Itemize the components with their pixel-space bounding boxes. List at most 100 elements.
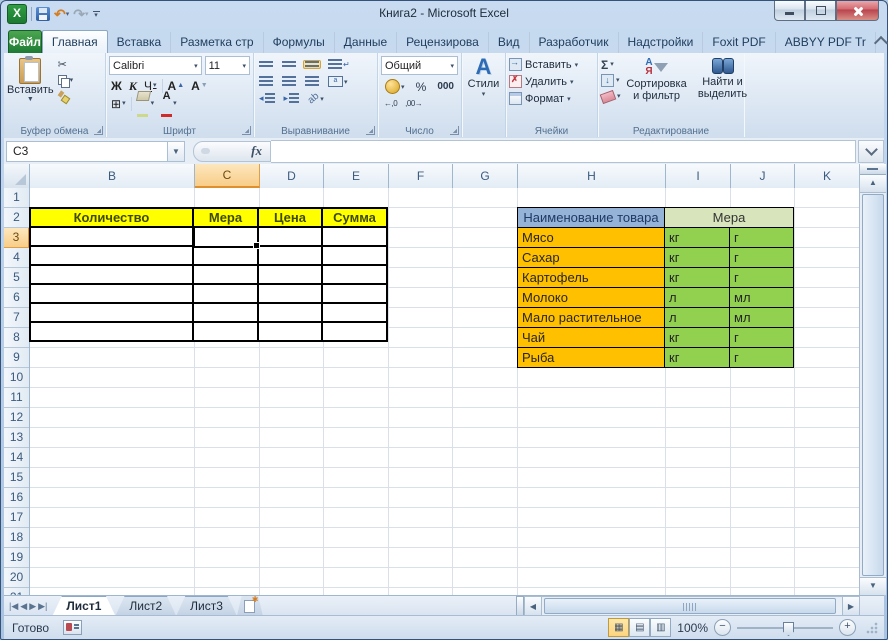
bold-button[interactable]: Ж xyxy=(109,78,124,94)
copy-button[interactable]: ▾ xyxy=(58,74,74,87)
macro-record-icon[interactable] xyxy=(63,620,82,635)
row-header-12[interactable]: 12 xyxy=(4,408,29,428)
name-box-dropdown-icon[interactable]: ▼ xyxy=(168,141,185,162)
selected-cell-C3[interactable] xyxy=(193,226,259,248)
format-cells-button[interactable]: Формат▾ xyxy=(509,90,594,107)
row-header-1[interactable]: 1 xyxy=(4,188,29,208)
product-unit1-5[interactable]: кг xyxy=(665,328,729,347)
expand-formula-bar-button[interactable] xyxy=(858,140,884,163)
zoom-level[interactable]: 100% xyxy=(677,621,708,635)
ribbon-tab-7[interactable]: Разработчик xyxy=(530,32,619,53)
align-center-button[interactable] xyxy=(280,75,298,88)
column-header-K[interactable]: K xyxy=(795,164,860,188)
zoom-slider[interactable] xyxy=(737,620,833,635)
quantity-cell-r4c1[interactable] xyxy=(194,304,257,321)
zoom-slider-handle[interactable] xyxy=(783,622,794,636)
product-unit1-0[interactable]: кг xyxy=(665,228,729,247)
quantity-cell-r2c3[interactable] xyxy=(323,266,386,283)
increase-indent-button[interactable]: ▸ xyxy=(282,92,302,105)
formula-input[interactable] xyxy=(271,140,856,163)
ribbon-tab-4[interactable]: Данные xyxy=(335,32,397,53)
product-name-4[interactable]: Мало растительное xyxy=(518,308,664,327)
align-left-button[interactable] xyxy=(257,75,275,88)
product-unit1-6[interactable]: кг xyxy=(665,348,729,367)
quantity-cell-r3c0[interactable] xyxy=(31,285,192,302)
column-header-C[interactable]: C xyxy=(195,164,260,188)
row-header-20[interactable]: 20 xyxy=(4,568,29,588)
percent-style-button[interactable]: % xyxy=(414,79,429,95)
quantity-cell-r3c1[interactable] xyxy=(194,285,257,302)
row-header-5[interactable]: 5 xyxy=(4,268,29,288)
resize-grip[interactable] xyxy=(866,622,878,634)
column-header-H[interactable]: H xyxy=(518,164,666,188)
scroll-down-icon[interactable]: ▼ xyxy=(860,577,886,595)
cut-button[interactable]: ✂ xyxy=(58,58,74,71)
insert-function-button[interactable]: fx xyxy=(193,141,271,162)
quantity-cell-r3c3[interactable] xyxy=(323,285,386,302)
clear-button[interactable]: ▾ xyxy=(601,90,621,103)
merge-center-button[interactable]: a▾ xyxy=(326,75,350,88)
last-sheet-icon[interactable]: ▶| xyxy=(38,601,47,612)
quantity-cell-r2c1[interactable] xyxy=(194,266,257,283)
product-name-6[interactable]: Рыба xyxy=(518,348,664,367)
split-box[interactable] xyxy=(860,164,886,175)
product-unit2-0[interactable]: г xyxy=(730,228,793,247)
ribbon-tab-3[interactable]: Формулы xyxy=(264,32,335,53)
quantity-cell-r4c2[interactable] xyxy=(259,304,321,321)
quantity-cell-r5c0[interactable] xyxy=(31,323,192,340)
product-unit1-4[interactable]: л xyxy=(665,308,729,327)
row-header-18[interactable]: 18 xyxy=(4,528,29,548)
align-middle-button[interactable] xyxy=(280,60,298,69)
ribbon-tab-6[interactable]: Вид xyxy=(489,32,530,53)
decrease-indent-button[interactable]: ◂ xyxy=(257,92,277,105)
hscroll-thumb[interactable] xyxy=(544,598,836,614)
quantity-cell-r5c3[interactable] xyxy=(323,323,386,340)
styles-button[interactable]: A Стили ▾ xyxy=(465,56,502,98)
quantity-cell-r5c2[interactable] xyxy=(259,323,321,340)
column-header-I[interactable]: I xyxy=(666,164,731,188)
row-header-9[interactable]: 9 xyxy=(4,348,29,368)
first-sheet-icon[interactable]: |◀ xyxy=(9,601,18,612)
column-header-F[interactable]: F xyxy=(389,164,453,188)
quantity-cell-r2c2[interactable] xyxy=(259,266,321,283)
row-header-11[interactable]: 11 xyxy=(4,388,29,408)
increase-decimal-button[interactable]: ←,0 xyxy=(384,99,397,108)
row-header-8[interactable]: 8 xyxy=(4,328,29,348)
product-unit2-4[interactable]: мл xyxy=(730,308,793,327)
zoom-out-button[interactable]: − xyxy=(714,619,731,636)
cells-area[interactable]: КоличествоМераЦенаСумма Наименование тов… xyxy=(30,188,860,595)
horizontal-scrollbar[interactable] xyxy=(542,596,842,616)
accounting-format-button[interactable]: ▾ xyxy=(383,78,407,95)
quantity-cell-r4c3[interactable] xyxy=(323,304,386,321)
product-name-0[interactable]: Мясо xyxy=(518,228,664,247)
ribbon-tab-1[interactable]: Вставка xyxy=(108,32,172,53)
align-bottom-button[interactable] xyxy=(303,60,321,69)
row-header-6[interactable]: 6 xyxy=(4,288,29,308)
grow-font-button[interactable]: А▲ xyxy=(166,78,187,94)
row-header-14[interactable]: 14 xyxy=(4,448,29,468)
scroll-up-icon[interactable]: ▲ xyxy=(860,175,886,193)
column-header-B[interactable]: B xyxy=(30,164,195,188)
collapse-ribbon-icon[interactable] xyxy=(874,35,888,49)
name-box[interactable]: C3 xyxy=(6,141,168,162)
delete-cells-button[interactable]: Удалить▾ xyxy=(509,73,594,90)
ribbon-tab-0[interactable]: Главная xyxy=(42,30,108,53)
row-header-10[interactable]: 10 xyxy=(4,368,29,388)
quantity-cell-r1c0[interactable] xyxy=(31,247,192,264)
ribbon-tab-9[interactable]: Foxit PDF xyxy=(703,32,775,53)
restore-button[interactable] xyxy=(805,1,836,21)
product-unit1-2[interactable]: кг xyxy=(665,268,729,287)
quantity-cell-r1c1[interactable] xyxy=(194,247,257,264)
row-header-19[interactable]: 19 xyxy=(4,548,29,568)
page-break-view-button[interactable]: ▥ xyxy=(650,618,671,637)
row-header-4[interactable]: 4 xyxy=(4,248,29,268)
sheet-tab-Лист1[interactable]: Лист1 xyxy=(52,596,115,616)
quantity-cell-r3c2[interactable] xyxy=(259,285,321,302)
ribbon-tab-8[interactable]: Надстройки xyxy=(619,32,704,53)
quantity-cell-r1c2[interactable] xyxy=(259,247,321,264)
quantity-cell-r2c0[interactable] xyxy=(31,266,192,283)
font-name-select[interactable]: Calibri▾ xyxy=(109,56,202,75)
format-painter-button[interactable] xyxy=(58,90,74,103)
shrink-font-button[interactable]: А▼ xyxy=(189,78,210,94)
font-dialog-launcher[interactable] xyxy=(242,126,251,135)
